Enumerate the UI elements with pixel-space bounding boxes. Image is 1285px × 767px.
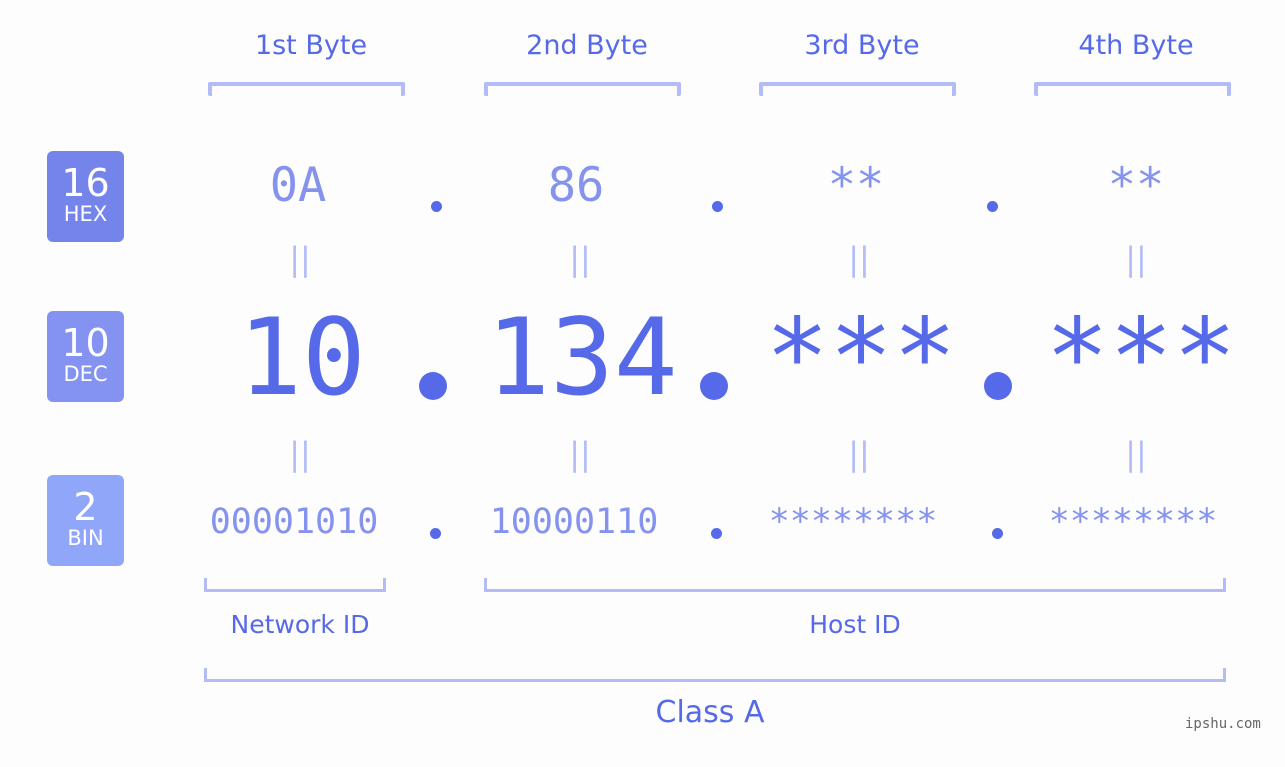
hex-byte-1: 0A bbox=[269, 158, 327, 213]
equals-sign: || bbox=[848, 240, 870, 278]
hex-separator-dot bbox=[431, 201, 442, 212]
hex-badge: 16 HEX bbox=[47, 151, 124, 242]
hex-byte-4: ** bbox=[1107, 158, 1165, 213]
byte-bracket-3 bbox=[759, 82, 956, 96]
bin-byte-3: ******** bbox=[768, 502, 938, 542]
dec-byte-4: *** bbox=[1045, 296, 1237, 419]
hex-byte-3: ** bbox=[827, 158, 885, 213]
hex-base-label: HEX bbox=[63, 202, 108, 226]
bin-badge: 2 BIN bbox=[47, 475, 124, 566]
byte-header-3: 3rd Byte bbox=[804, 30, 920, 61]
dec-byte-1: 10 bbox=[238, 296, 366, 419]
bin-byte-1: 00001010 bbox=[209, 502, 379, 542]
bin-base-number: 2 bbox=[73, 485, 98, 529]
dec-separator-dot bbox=[984, 372, 1012, 400]
host-id-label: Host ID bbox=[809, 610, 901, 639]
network-id-bracket bbox=[204, 578, 386, 592]
hex-base-number: 16 bbox=[61, 161, 110, 205]
hex-separator-dot bbox=[987, 201, 998, 212]
byte-header-1: 1st Byte bbox=[254, 30, 368, 61]
equals-sign: || bbox=[848, 435, 870, 473]
bin-base-label: BIN bbox=[67, 526, 104, 550]
bin-byte-4: ******** bbox=[1048, 502, 1218, 542]
bin-separator-dot bbox=[430, 528, 441, 539]
dec-separator-dot bbox=[700, 372, 728, 400]
dec-base-number: 10 bbox=[61, 321, 110, 365]
dec-byte-2: 134 bbox=[486, 296, 678, 419]
equals-sign: || bbox=[569, 240, 591, 278]
equals-sign: || bbox=[1125, 435, 1147, 473]
class-bracket bbox=[204, 668, 1226, 682]
byte-header-4: 4th Byte bbox=[1078, 30, 1194, 61]
hex-byte-2: 86 bbox=[547, 158, 605, 213]
byte-header-2: 2nd Byte bbox=[526, 30, 648, 61]
byte-bracket-2 bbox=[484, 82, 681, 96]
dec-separator-dot bbox=[419, 372, 447, 400]
dec-base-label: DEC bbox=[63, 362, 108, 386]
equals-sign: || bbox=[1125, 240, 1147, 278]
hex-separator-dot bbox=[712, 201, 723, 212]
dec-byte-3: *** bbox=[765, 296, 957, 419]
byte-bracket-1 bbox=[208, 82, 405, 96]
equals-sign: || bbox=[289, 240, 311, 278]
equals-sign: || bbox=[289, 435, 311, 473]
watermark: ipshu.com bbox=[1185, 716, 1261, 732]
host-id-bracket bbox=[484, 578, 1226, 592]
bin-byte-2: 10000110 bbox=[489, 502, 659, 542]
class-label: Class A bbox=[655, 695, 765, 730]
bin-separator-dot bbox=[711, 528, 722, 539]
bin-separator-dot bbox=[992, 528, 1003, 539]
equals-sign: || bbox=[569, 435, 591, 473]
byte-bracket-4 bbox=[1034, 82, 1231, 96]
dec-badge: 10 DEC bbox=[47, 311, 124, 402]
network-id-label: Network ID bbox=[230, 610, 370, 639]
